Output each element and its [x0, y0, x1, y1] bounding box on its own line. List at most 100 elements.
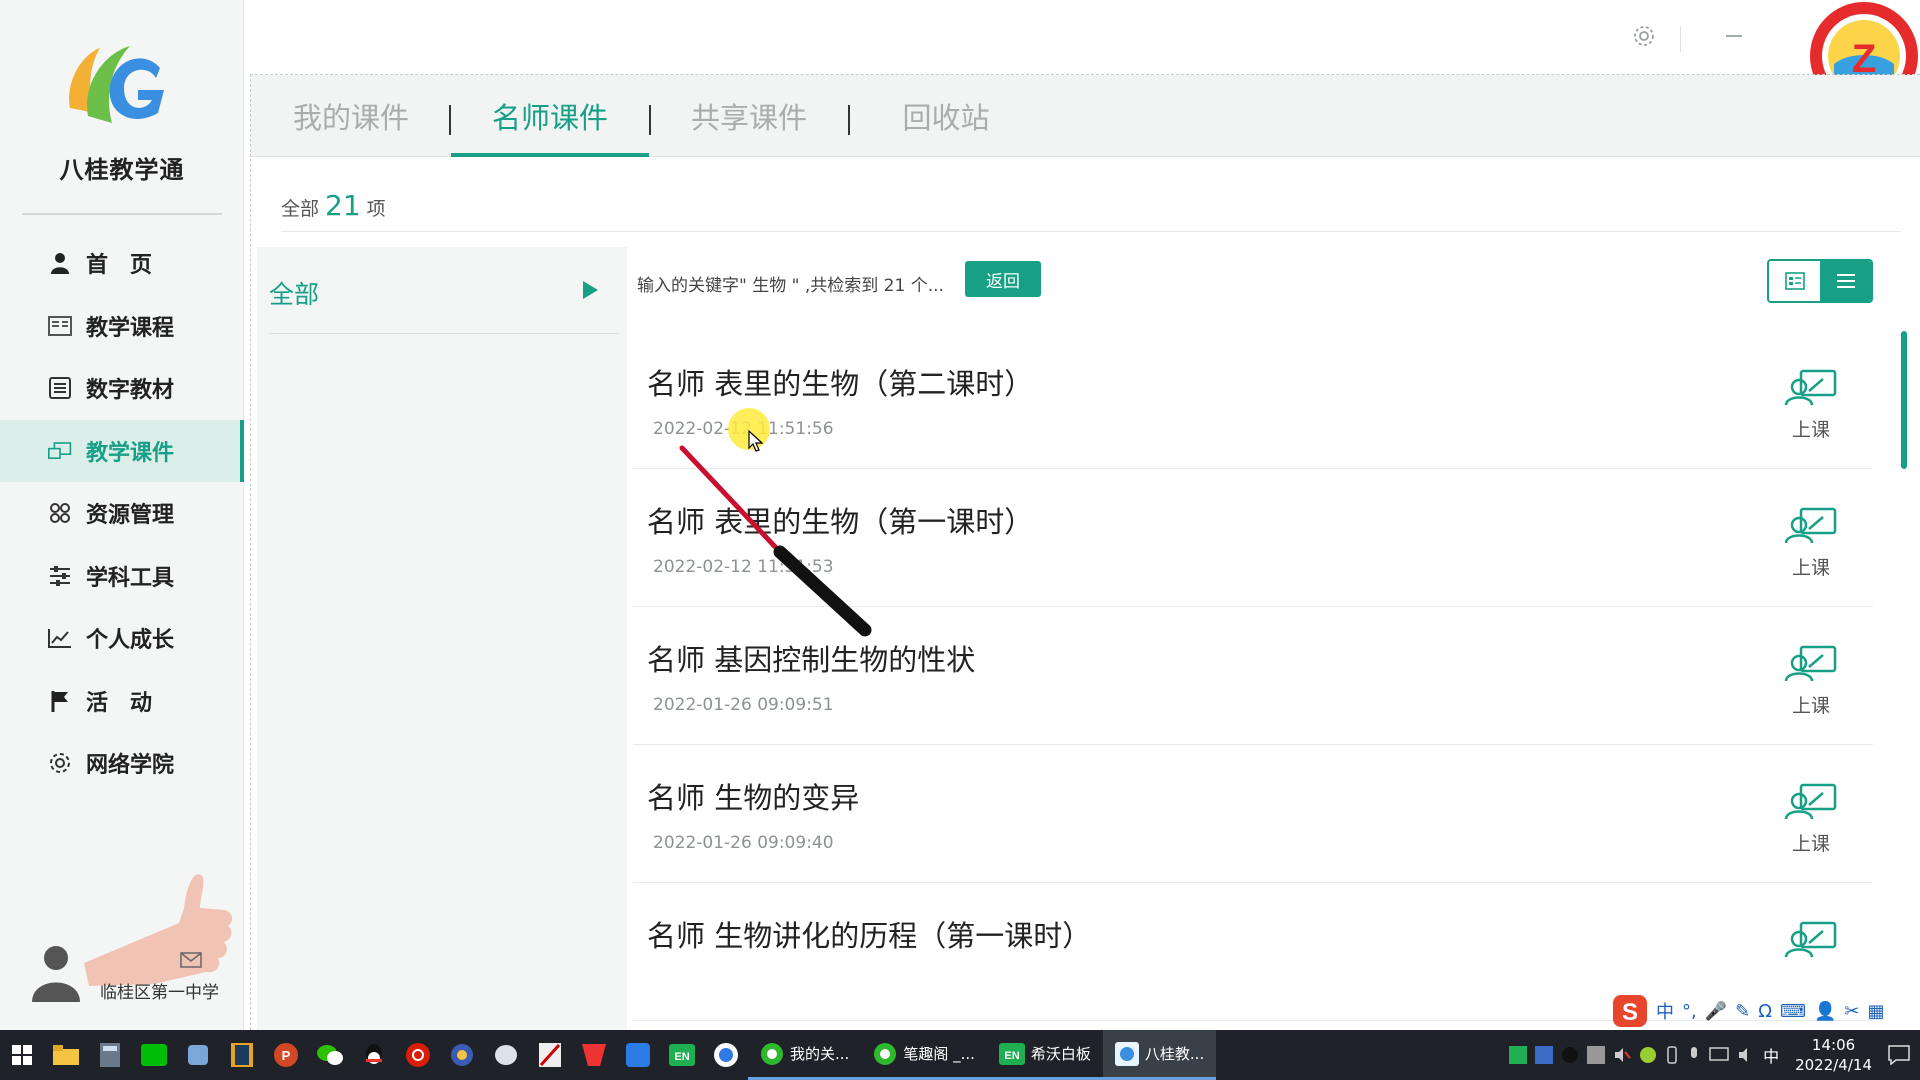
play-arrow-icon[interactable] [583, 281, 598, 299]
sidebar-item-growth[interactable]: 个人成长 [0, 607, 244, 670]
list-item[interactable]: 名师 基因控制生物的性状 2022-01-26 09:09:51 上课 编辑 [633, 607, 1873, 745]
minimize-icon[interactable] [1722, 24, 1746, 48]
edit-button[interactable] [1863, 919, 1873, 963]
netease-music-icon[interactable] [396, 1030, 440, 1080]
resources-icon [48, 501, 72, 525]
scrollbar[interactable] [1901, 331, 1907, 469]
taskbar-app[interactable]: 我的关... [748, 1030, 862, 1080]
symbol-icon[interactable]: Ω [1758, 1001, 1772, 1022]
sidebar-item-label: 首 页 [86, 253, 153, 279]
sidebar-item-textbooks[interactable]: 数字教材 [0, 357, 244, 420]
sidebar-item-academy[interactable]: 网络学院 [0, 732, 244, 795]
volume-icon[interactable] [1737, 1046, 1755, 1064]
browser-icon[interactable] [704, 1030, 748, 1080]
tray-app-icon[interactable] [1509, 1046, 1528, 1064]
wps-icon[interactable] [572, 1030, 616, 1080]
powerpoint-icon[interactable]: P [264, 1030, 308, 1080]
teach-button[interactable]: 上课 [1779, 643, 1843, 718]
taskbar-app[interactable]: EN 希沃白板 [986, 1030, 1103, 1080]
category-all[interactable]: 全部 [269, 275, 319, 311]
mail-icon[interactable] [180, 952, 202, 968]
reader-icon[interactable] [220, 1030, 264, 1080]
scissors-icon[interactable]: ✂ [1844, 1001, 1859, 1022]
ime-language[interactable]: 中 [1656, 998, 1674, 1024]
sidebar-item-activities[interactable]: 活 动 [0, 670, 244, 733]
sidebar-item-resources[interactable]: 资源管理 [0, 482, 244, 545]
speaker-muted-icon[interactable] [1613, 1046, 1631, 1064]
network-icon[interactable] [1709, 1046, 1729, 1064]
usb-icon[interactable] [1665, 1046, 1679, 1064]
clock-date: 2022/4/14 [1795, 1056, 1872, 1074]
sidebar-item-label: 学科工具 [86, 565, 175, 591]
app-icon[interactable] [484, 1030, 528, 1080]
taskbar: P EN 我的关... 笔趣阁 _... EN 希沃白板 八桂教... 中 14… [0, 1030, 1920, 1080]
list-item[interactable]: 名师 生物的变异 2022-01-26 09:09:40 上课 编辑 [633, 745, 1873, 883]
edit-button[interactable]: 编辑 [1863, 643, 1873, 718]
handwriting-icon[interactable]: ✎ [1735, 1001, 1750, 1022]
item-title[interactable]: 名师 表里的生物（第一课时） [647, 499, 1033, 541]
calculator-icon[interactable] [88, 1030, 132, 1080]
qq-tray-icon[interactable] [1561, 1046, 1579, 1064]
qq-icon[interactable] [352, 1030, 396, 1080]
app-icon[interactable] [528, 1030, 572, 1080]
tab-famous-teacher-courseware[interactable]: 名师课件 [451, 95, 649, 157]
edit-button[interactable]: 编辑 [1863, 781, 1873, 856]
bagui-app-icon [1114, 1041, 1139, 1066]
keyboard-icon[interactable]: ⌨ [1780, 1001, 1806, 1022]
app-icon[interactable] [440, 1030, 484, 1080]
item-title[interactable]: 名师 基因控制生物的性状 [647, 637, 975, 679]
tab-recycle-bin[interactable]: 回收站 [891, 95, 1001, 157]
sidebar-item-home[interactable]: 首 页 [0, 232, 244, 295]
windows-icon [12, 1045, 32, 1065]
list-view-button[interactable] [1820, 261, 1871, 301]
tray-app-icon[interactable] [1639, 1046, 1657, 1064]
app-icon[interactable] [616, 1030, 660, 1080]
notification-icon[interactable] [1888, 1045, 1910, 1065]
item-title[interactable]: 名师 生物讲化的历程（第一课时） [647, 913, 1091, 955]
teach-button[interactable]: 上课 [1779, 781, 1843, 856]
content-area: 我的课件 名师课件 共享课件 回收站 全部 21 项 全部 输入的关键字" 生物 "… [250, 74, 1920, 1075]
list-item[interactable]: 名师 表里的生物（第一课时） 2022-02-12 11:51:53 上课 编辑 [633, 469, 1873, 607]
teach-button[interactable]: 上课 [1779, 505, 1843, 580]
tray-app-icon[interactable] [1535, 1046, 1554, 1064]
grid-icon[interactable]: ▦ [1868, 1001, 1885, 1022]
file-explorer-icon[interactable] [44, 1030, 88, 1080]
flag-icon [48, 689, 72, 713]
microphone-icon[interactable]: 🎤 [1705, 1001, 1727, 1022]
list-item[interactable]: 名师 表里的生物（第二课时） 2022-02-12 11:51:56 上课 编辑 [633, 331, 1873, 469]
user-icon[interactable]: 👤 [1814, 1001, 1836, 1022]
taskbar-app[interactable]: 八桂教... [1102, 1030, 1217, 1080]
ime-indicator[interactable]: 中 [1763, 1043, 1779, 1067]
sidebar-item-tools[interactable]: 学科工具 [0, 545, 244, 608]
clock[interactable]: 14:06 2022/4/14 [1795, 1035, 1872, 1075]
tab-my-courseware[interactable]: 我的课件 [289, 95, 413, 157]
sidebar-item-courseware[interactable]: 教学课件 [0, 419, 244, 482]
teach-icon [1784, 369, 1837, 406]
tab-bar: 我的课件 名师课件 共享课件 回收站 [251, 75, 1920, 157]
tab-shared-courseware[interactable]: 共享课件 [687, 95, 811, 157]
sidebar-item-courses[interactable]: 教学课程 [0, 295, 244, 358]
tray-app-icon[interactable] [1587, 1046, 1606, 1064]
item-title[interactable]: 名师 表里的生物（第二课时） [647, 361, 1033, 403]
search-result-info: 输入的关键字" 生物 " ,共检索到 21 个... [637, 276, 944, 296]
app-icon[interactable] [176, 1030, 220, 1080]
microphone-icon[interactable] [1687, 1046, 1701, 1064]
start-button[interactable] [0, 1030, 44, 1080]
person-icon [48, 251, 72, 275]
en-app-icon[interactable]: EN [660, 1030, 704, 1080]
iqiyi-icon[interactable] [132, 1030, 176, 1080]
edit-button[interactable]: 编辑 [1863, 367, 1873, 442]
sogou-ime-icon[interactable]: S [1612, 994, 1648, 1028]
wechat-icon[interactable] [308, 1030, 352, 1080]
taskbar-app-label: 八桂教... [1144, 1045, 1205, 1063]
item-title[interactable]: 名师 生物的变异 [647, 775, 859, 817]
taskbar-app[interactable]: 笔趣阁 _... [861, 1030, 987, 1080]
grid-view-button[interactable] [1769, 261, 1820, 301]
avatar[interactable] [32, 942, 80, 1002]
teach-button[interactable] [1779, 919, 1843, 963]
settings-icon[interactable] [1632, 24, 1656, 48]
punctuation-icon[interactable]: °, [1682, 1001, 1697, 1022]
back-button[interactable]: 返回 [965, 261, 1041, 297]
edit-button[interactable]: 编辑 [1863, 505, 1873, 580]
teach-button[interactable]: 上课 [1779, 367, 1843, 442]
